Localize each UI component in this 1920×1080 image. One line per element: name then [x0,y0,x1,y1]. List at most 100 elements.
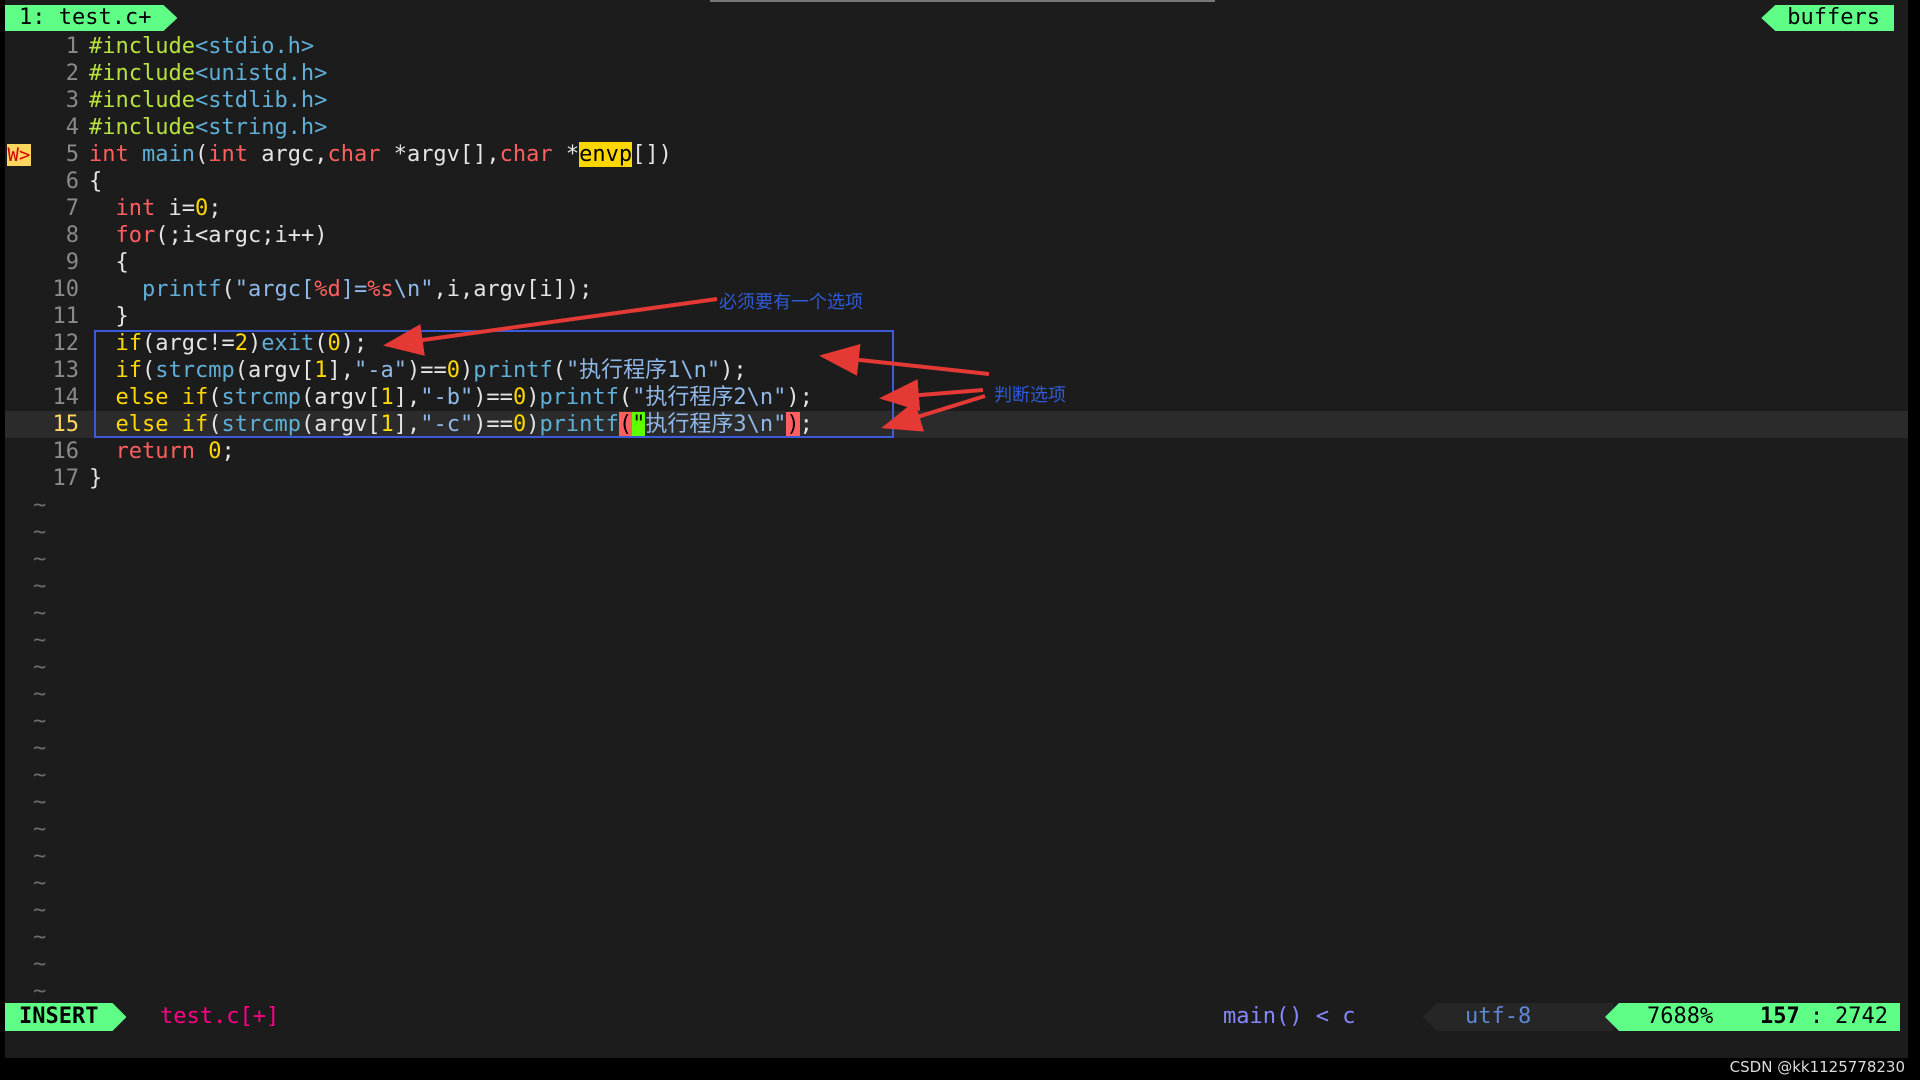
tilde-marker: ~ [33,979,47,1004]
code-line[interactable]: 1 #include<stdio.h> [5,33,1908,60]
empty-line: ~ [5,897,1908,924]
line-number: 12 [52,331,80,356]
code-token: #include [89,88,195,113]
code-text[interactable]: int main(int argc,char *argv[],char *env… [89,141,672,168]
line-number: 3 [65,88,79,113]
empty-line: ~ [5,600,1908,627]
code-token: %s [367,277,394,302]
status-separator: < [1315,1004,1329,1029]
tilde-marker: ~ [33,952,47,977]
mode-indicator: INSERT [5,1003,126,1031]
empty-line: ~ [5,735,1908,762]
code-line[interactable]: 10 printf("argc[%d]=%s\n",i,argv[i]); [5,276,1908,303]
line-number: 13 [52,358,80,383]
tabline: 1: test.c+ buffers [5,0,1908,36]
status-function-name: main() [1223,1004,1303,1029]
tilde-marker: ~ [33,709,47,734]
code-token: (;i<argc;i++) [155,223,328,248]
code-token: envp [579,142,633,167]
code-line[interactable]: 9 { [5,249,1908,276]
vim-editor[interactable]: 1: test.c+ buffers 1 #include<stdio.h> 2 #i… [5,0,1908,1058]
empty-line: ~ [5,951,1908,978]
empty-line: ~ [5,627,1908,654]
status-position-segment: 7688% 157 : 2742 [1605,1003,1900,1031]
annotation-box [94,330,894,438]
code-token: ; [221,439,235,464]
code-text[interactable]: } [89,303,128,330]
code-token: char [327,142,381,167]
code-line[interactable]: 2 #include<unistd.h> [5,60,1908,87]
code-token: char [499,142,553,167]
code-text[interactable]: } [89,465,102,492]
code-token: return [115,439,195,464]
code-token: []) [632,142,672,167]
code-line[interactable]: 8 for(;i<argc;i++) [5,222,1908,249]
code-text[interactable]: #include<string.h> [89,114,327,141]
empty-line: ~ [5,762,1908,789]
code-text[interactable]: { [89,168,102,195]
code-token: \n" [393,277,434,302]
warning-sign-icon: W> [5,141,33,169]
code-token: for [115,223,156,248]
code-token: #include [89,34,195,59]
code-line[interactable]: 6{ [5,168,1908,195]
line-number: 7 [65,196,79,221]
code-token: i= [155,196,195,221]
code-text[interactable]: { [89,249,128,276]
code-text[interactable]: #include<stdlib.h> [89,87,327,114]
code-token: { [89,169,103,194]
status-filetype: c [1342,1004,1356,1029]
annotation-required-option: 必须要有一个选项 [719,292,863,313]
code-token: #include [89,115,195,140]
code-text[interactable]: for(;i<argc;i++) [89,222,328,249]
code-token: int [115,196,156,221]
code-text[interactable]: printf("argc[%d]=%s\n",i,argv[i]); [89,276,592,303]
code-text[interactable]: return 0; [89,438,235,465]
code-token: 0 [195,196,209,221]
empty-line: ~ [5,924,1908,951]
code-line[interactable]: 3 #include<stdlib.h> [5,87,1908,114]
code-token: ( [221,277,235,302]
code-token: } [89,466,103,491]
code-token: ; [208,196,222,221]
empty-line: ~ [5,816,1908,843]
status-function: main() < c [1223,1003,1355,1031]
tilde-marker: ~ [33,763,47,788]
tab-test-c[interactable]: 1: test.c+ [5,5,177,31]
code-token: ]= [340,277,368,302]
code-text[interactable]: int i=0; [89,195,222,222]
code-line[interactable]: W> 5 int main(int argc,char *argv[],char *… [5,141,1908,168]
tilde-marker: ~ [33,736,47,761]
code-line[interactable]: 4 #include<string.h> [5,114,1908,141]
code-token: <unistd.h> [194,61,328,86]
empty-line: ~ [5,492,1908,519]
status-column: 2742 [1835,1004,1888,1029]
tilde-marker: ~ [33,628,47,653]
tilde-marker: ~ [33,493,47,518]
line-number: 11 [52,304,80,329]
code-line[interactable]: 11 } [5,303,1908,330]
line-number: 14 [52,385,80,410]
tilde-marker: ~ [33,925,47,950]
code-text[interactable]: #include<stdio.h> [89,33,314,60]
code-line[interactable]: 16 return 0; [5,438,1908,465]
code-line[interactable]: 17} [5,465,1908,492]
code-token: ( [194,142,209,167]
code-token: "argc[ [234,277,315,302]
code-text[interactable]: #include<unistd.h> [89,60,327,87]
code-token: *argv[], [380,142,500,167]
empty-line: ~ [5,546,1908,573]
tilde-marker: ~ [33,520,47,545]
empty-line: ~ [5,708,1908,735]
annotation-check-option: 判断选项 [994,385,1066,406]
code-line[interactable]: 7 int i=0; [5,195,1908,222]
status-encoding: utf-8 [1465,1004,1532,1029]
code-token: main [142,142,195,167]
code-area[interactable]: 1 #include<stdio.h> 2 #include<unistd.h> 3 #i… [5,33,1908,1005]
buffers-label[interactable]: buffers [1761,5,1894,31]
